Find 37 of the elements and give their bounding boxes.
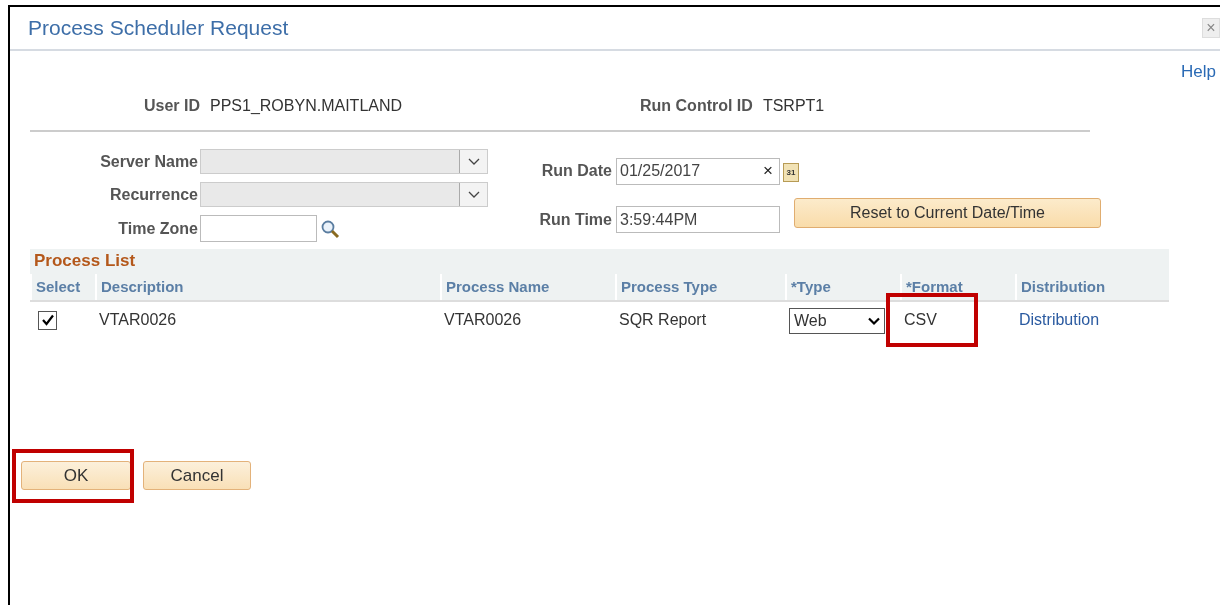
run-date-field[interactable]: 01/25/2017 × <box>616 157 780 185</box>
section-title: Process List <box>34 251 136 270</box>
field-label: Server Name <box>99 152 199 171</box>
field-label: Run Control ID <box>640 97 753 115</box>
run-control-id-value: TSRPT1 <box>762 97 825 115</box>
user-id-value: PPS1_ROBYN.MAITLAND <box>210 97 404 115</box>
field-label: Time Zone <box>117 219 199 238</box>
table-cell: SQR Report <box>619 311 707 329</box>
field-label: Run Time <box>538 210 613 229</box>
select-checkbox[interactable] <box>38 310 57 330</box>
table-cell: CSV <box>904 311 937 329</box>
column-header: Description <box>95 274 440 300</box>
table-cell: VTAR0026 <box>99 311 177 329</box>
column-header: *Type <box>785 274 900 300</box>
window-title: Process Scheduler Request <box>28 16 289 40</box>
dropdown-icon <box>459 183 487 206</box>
table-cell: VTAR0026 <box>444 311 522 329</box>
field-label: Recurrence <box>108 185 199 204</box>
ok-button[interactable]: OK <box>21 461 131 490</box>
field-label: Run Date <box>540 162 613 181</box>
column-header: Select <box>30 274 95 300</box>
distribution-link[interactable]: Distribution <box>1019 311 1100 329</box>
column-header: Process Type <box>615 274 785 300</box>
clear-icon[interactable]: × <box>763 161 773 182</box>
dropdown-icon <box>459 150 487 173</box>
search-icon[interactable] <box>320 218 340 239</box>
column-header: Process Name <box>440 274 615 300</box>
reset-button[interactable]: Reset to Current Date/Time <box>794 197 1101 228</box>
caret-icon <box>868 316 880 326</box>
time-zone-field[interactable] <box>200 215 317 242</box>
help-link[interactable]: Help <box>1181 62 1216 82</box>
cancel-button[interactable]: Cancel <box>143 461 251 490</box>
calendar-icon[interactable]: 31 <box>783 162 799 182</box>
run-time-field[interactable]: 3:59:44PM <box>616 206 780 234</box>
column-header: Distribution <box>1015 274 1169 300</box>
type-dropdown[interactable]: Web <box>789 308 885 334</box>
field-label: User ID <box>143 97 200 114</box>
